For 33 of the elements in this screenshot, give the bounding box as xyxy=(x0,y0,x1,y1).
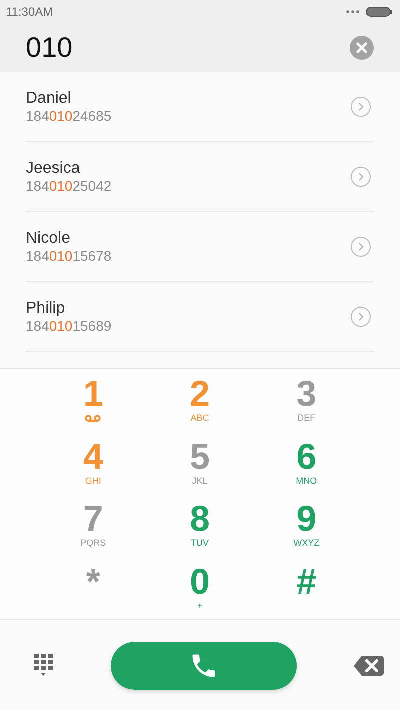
chevron-icon[interactable] xyxy=(351,96,371,116)
number-field[interactable]: 010 xyxy=(0,24,400,72)
backspace-icon[interactable] xyxy=(354,656,384,676)
dial-key[interactable]: * xyxy=(40,556,147,619)
call-button[interactable] xyxy=(111,642,297,690)
phone-number: 18401024685 xyxy=(26,108,112,124)
dial-key[interactable]: 1 xyxy=(40,369,147,432)
dial-key[interactable]: 2 ABC xyxy=(146,369,254,432)
dialpad-icon[interactable] xyxy=(34,654,54,678)
chevron-icon[interactable] xyxy=(351,166,371,186)
chevron-icon[interactable] xyxy=(351,236,371,256)
status-time: 11:30AM xyxy=(6,5,54,19)
dial-key[interactable]: 6 MNO xyxy=(253,432,360,494)
dots-icon xyxy=(346,10,360,14)
contact-name: Daniel xyxy=(26,88,72,108)
dial-key[interactable]: 5 JKL xyxy=(146,432,254,494)
dial-key[interactable]: 7 PQRS xyxy=(40,494,147,556)
dial-key[interactable]: # xyxy=(253,556,360,619)
dial-key[interactable]: 4 GHI xyxy=(40,432,147,494)
contact-name: Philip xyxy=(26,298,66,318)
voicemail-icon xyxy=(85,414,102,422)
phone-number: 18401025042 xyxy=(26,178,112,194)
phone-number: 18401015678 xyxy=(26,248,112,264)
dial-key[interactable]: 8 TUV xyxy=(146,494,254,556)
dial-key[interactable]: 0 + xyxy=(146,556,254,619)
contact-name: Nicole xyxy=(26,228,72,248)
contact-name: Jeesica xyxy=(26,158,82,178)
battery-icon xyxy=(366,7,392,17)
phone-number: 18401015689 xyxy=(26,318,112,334)
dial-key[interactable]: 3 DEF xyxy=(253,369,360,432)
clear-icon[interactable] xyxy=(350,36,374,60)
dial-key[interactable]: 9 WXYZ xyxy=(253,494,360,556)
chevron-icon[interactable] xyxy=(351,306,371,326)
